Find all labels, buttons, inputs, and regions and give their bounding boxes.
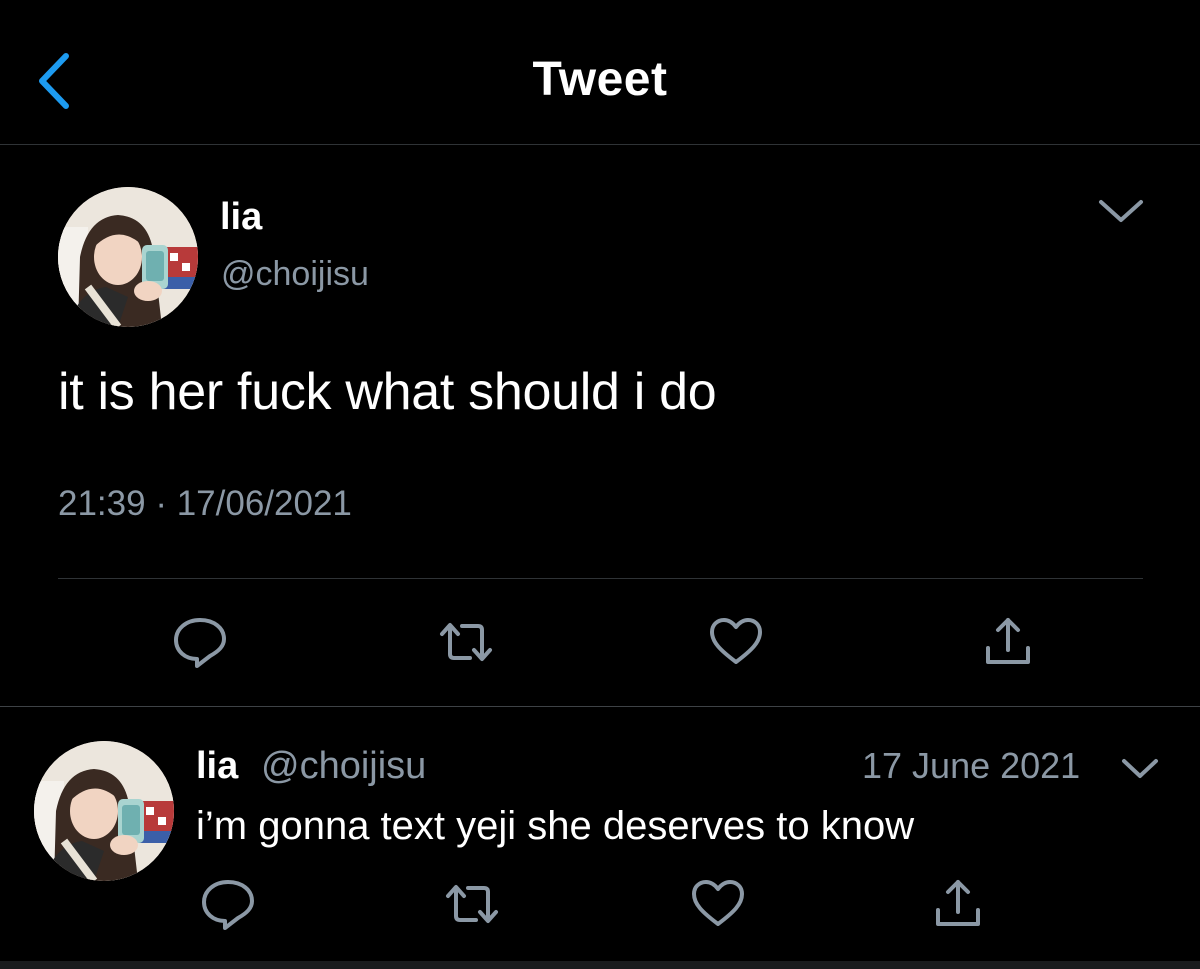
share-button[interactable] [978,614,1038,670]
bottom-edge [0,961,1200,969]
tweet-timestamp: 21:39 · 17/06/2021 [58,484,352,524]
author-name[interactable]: lia [220,196,262,239]
reply-icon [174,618,226,668]
profile-photo [34,741,174,881]
reply-author-handle[interactable]: @choijisu [261,745,426,788]
share-button[interactable] [928,876,988,932]
meta-separator: · [155,484,167,523]
retweet-icon [440,623,492,661]
retweet-button[interactable] [442,876,502,932]
chevron-down-icon [1122,759,1158,778]
chevron-down-icon [1099,200,1143,222]
retweet-button[interactable] [436,614,496,670]
like-button[interactable] [706,614,766,670]
author-handle[interactable]: @choijisu [221,255,369,294]
tweet-date: 17/06/2021 [176,484,352,523]
tweet-time: 21:39 [58,484,146,523]
reply-text: i’m gonna text yeji she deserves to know [196,804,915,848]
tweet-menu-button[interactable] [1097,196,1145,226]
like-icon [710,618,762,664]
action-divider [58,578,1143,579]
reply-date: 17 June 2021 [862,745,1081,786]
reply-author-name[interactable]: lia [196,745,238,788]
reply-button[interactable] [170,614,230,670]
page-title: Tweet [532,53,668,106]
section-divider [0,706,1200,707]
reply-button[interactable] [198,876,258,932]
avatar[interactable] [34,741,174,881]
avatar[interactable] [58,187,198,327]
share-icon [986,618,1030,664]
retweet-icon [446,885,498,923]
share-icon [936,880,980,926]
tweet-text: it is her fuck what should i do [58,363,717,421]
reply-menu-button[interactable] [1120,755,1160,781]
like-button[interactable] [688,876,748,932]
header-divider [0,144,1200,145]
like-icon [692,880,744,926]
profile-photo [58,187,198,327]
reply-icon [202,880,254,930]
